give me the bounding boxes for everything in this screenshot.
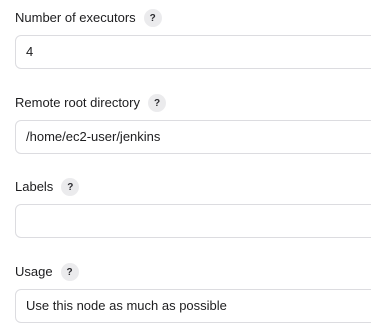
labels-field: Labels ? xyxy=(15,177,371,238)
number-of-executors-field: Number of executors ? 4 xyxy=(15,8,371,69)
number-of-executors-label: Number of executors xyxy=(15,10,136,25)
labels-label-row: Labels ? xyxy=(15,177,371,197)
number-of-executors-input[interactable]: 4 xyxy=(15,35,371,69)
usage-label-row: Usage ? xyxy=(15,262,371,282)
help-icon[interactable]: ? xyxy=(143,9,162,27)
help-icon[interactable]: ? xyxy=(60,263,79,281)
remote-root-directory-input[interactable]: /home/ec2-user/jenkins xyxy=(15,120,371,154)
usage-select[interactable]: Use this node as much as possible xyxy=(15,289,371,323)
remote-root-directory-label-row: Remote root directory ? xyxy=(15,93,371,113)
remote-root-directory-field: Remote root directory ? /home/ec2-user/j… xyxy=(15,93,371,154)
labels-label: Labels xyxy=(15,179,54,194)
remote-root-directory-label: Remote root directory xyxy=(15,95,140,110)
help-icon[interactable]: ? xyxy=(148,94,166,112)
labels-input[interactable] xyxy=(15,204,371,238)
usage-label: Usage xyxy=(15,264,53,279)
help-icon[interactable]: ? xyxy=(61,178,80,196)
number-of-executors-label-row: Number of executors ? xyxy=(15,8,371,28)
usage-field: Usage ? Use this node as much as possibl… xyxy=(15,262,371,323)
